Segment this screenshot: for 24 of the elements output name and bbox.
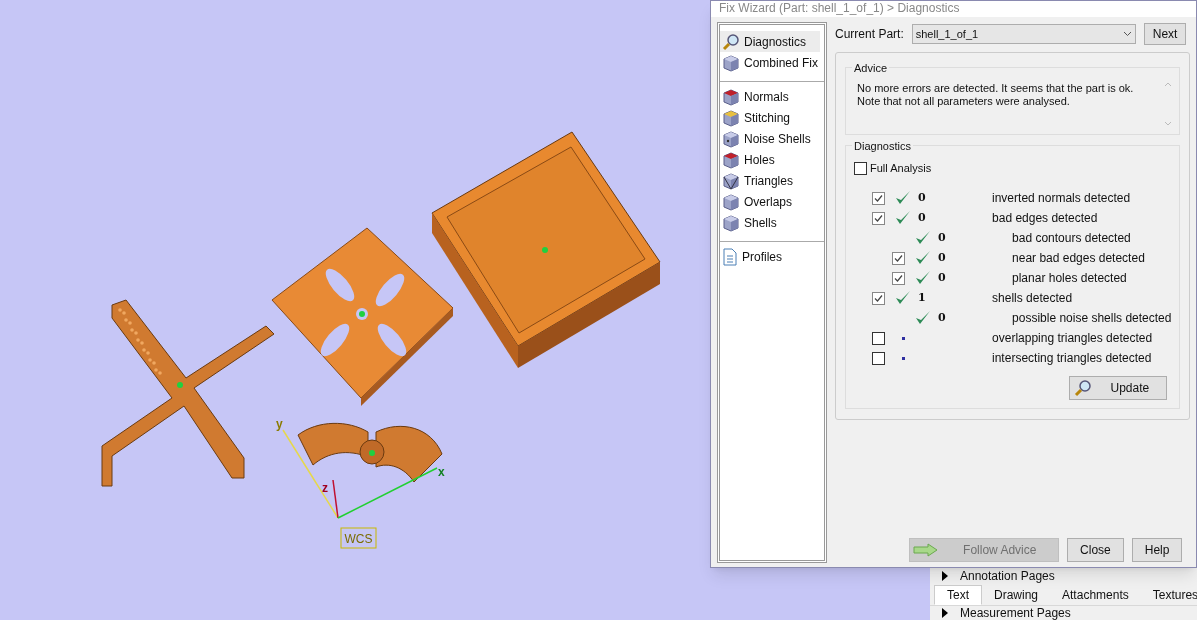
window-title: Fix Wizard (Part: shell_1_of_1) > Diagnostics: [719, 1, 960, 15]
axis-label: x: [438, 465, 445, 479]
axis-label: y: [276, 417, 283, 431]
diagnostic-label: bad contours detected: [1012, 230, 1131, 247]
count-value: 0: [938, 249, 946, 266]
diagnostic-label: possible noise shells detected: [1012, 310, 1172, 327]
count-value: 0: [938, 309, 946, 326]
count-value: 0: [918, 189, 926, 206]
diagnostic-label: bad edges detected: [992, 210, 1098, 227]
diagnostic-label: shells detected: [992, 290, 1073, 307]
diagnostic-label: near bad edges detected: [1012, 250, 1145, 267]
diagnostic-label: planar holes detected: [1012, 270, 1127, 287]
diagnostic-label: overlapping triangles detected: [992, 330, 1153, 347]
count-value: 0: [918, 209, 926, 226]
field-label: Current Part:: [835, 26, 904, 43]
diagnostic-label: intersecting triangles detected: [992, 350, 1152, 367]
diagnostic-label: inverted normals detected: [992, 190, 1131, 207]
count-value: 0: [938, 229, 946, 246]
wcs-label: WCS: [340, 527, 377, 549]
advice-text: No more errors are detected. It seems that the part is ok. Note that not all parameters were analysed.: [857, 82, 1135, 109]
axis-label: z: [322, 481, 328, 495]
checkbox-label: Full Analysis: [870, 160, 932, 176]
count-value: 0: [938, 269, 946, 286]
count-value: 1: [918, 289, 926, 306]
